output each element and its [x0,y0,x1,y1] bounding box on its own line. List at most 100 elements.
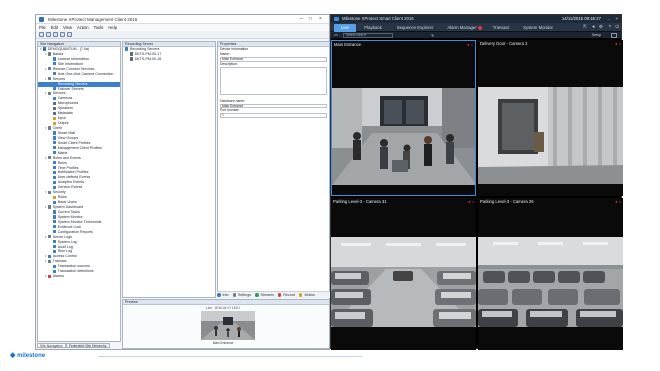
close-icon[interactable]: × [319,15,322,24]
tree-node-icon [53,269,57,273]
tree-node-icon [48,67,52,71]
tree-item-label: Devices [52,91,66,96]
tree-node-icon [53,62,57,66]
smart-client-titlebar: Milestone XProtect Smart Client 2016 14/… [331,15,621,23]
tree-item-label: Servers [52,76,66,81]
maximize-icon[interactable]: □ [309,15,312,24]
tree-item-label: Failover Servers [57,86,84,91]
camera-tile-delivery-door[interactable]: Delivery Door - Camera 2 ● × [478,40,623,196]
property-tab-record[interactable]: Record [277,293,297,297]
user-icon[interactable]: ● [592,24,595,29]
camera-tile-parking-31[interactable]: Parking Level-3 - Camera 31 ● × [331,198,476,350]
help-icon[interactable] [67,32,72,37]
back-icon[interactable] [53,32,58,37]
tree-node-icon [53,240,57,244]
chevron-down-icon: ▾ [364,33,366,37]
tree-item-label: Current Tasks [57,209,80,214]
tab-alarm-manager[interactable]: Alarm Manager [441,24,488,32]
menu-item-file[interactable]: File [39,25,46,30]
port-number-field[interactable]: 1 [220,113,327,118]
tab-playback[interactable]: Playback [358,24,388,32]
preview-pane: Preview Live · 2016-04-07 15:01 Main Ent… [122,299,330,349]
tree-node-icon [53,121,57,125]
property-tab-streams[interactable]: Streams [255,293,276,297]
menu-item-view[interactable]: View [63,25,72,30]
camera-close-icon[interactable]: ● × [615,198,621,205]
view-selector-label: Select view [346,33,364,37]
view-selector[interactable]: Select view ▾ [343,33,393,38]
tree-node-icon [53,136,57,140]
tree-node-icon [48,190,52,194]
tree-item-label: Metadata [57,111,73,116]
save-icon[interactable] [39,32,44,37]
forward-icon[interactable] [60,32,65,37]
tab-system-monitor[interactable]: System Monitor [516,24,560,32]
tree-node-icon [48,254,52,259]
camera-tile-main-entrance[interactable]: Main Entrance ● × [331,40,476,196]
layout-icon[interactable] [611,33,617,38]
tab-live[interactable]: Live [334,24,356,32]
menu-item-edit[interactable]: Edit [51,25,58,30]
tab-federated-site-hierarchy[interactable]: Federated Site Hierarchy [65,343,110,348]
property-tab-icon [217,293,221,297]
property-tab-info[interactable]: Info [217,293,231,297]
settings-icon[interactable]: ⚙ [599,24,603,30]
smart-client-window: Milestone XProtect Smart Client 2016 14/… [330,14,623,350]
tree-item-label: Rule Log [57,249,73,254]
tree-item-label: Time Profiles [57,165,79,170]
property-tab-icon [255,293,259,297]
tree-item-label: System Monitor [57,214,83,219]
camera-title-bar: Main Entrance ● × [332,41,475,48]
description-field[interactable] [220,66,327,95]
property-tab-motion[interactable]: Motion [298,293,317,297]
management-client-titlebar: Milestone XProtect Management Client 201… [36,15,329,24]
tree-node-icon [53,146,57,150]
milestone-logo-icon: ◆ [10,352,16,359]
property-tab-label: Motion [304,293,316,297]
window-title: Milestone XProtect Management Client 201… [48,17,138,22]
tree-node-icon [53,249,57,254]
tree-node-icon [53,57,57,61]
camera-title: Main Entrance [334,42,361,47]
property-tab-label: Record [283,293,295,297]
camera-close-icon[interactable]: ● × [467,41,473,48]
server-icon [130,52,134,56]
view-toggle-icon[interactable]: ▭ [334,32,338,39]
logout-icon[interactable]: ⏻ [615,24,619,29]
tree-item-label: Speakers [57,106,73,111]
menu-item-tools[interactable]: Tools [94,25,104,30]
tab-site-navigation[interactable]: Site Navigation [37,343,66,348]
tree-item-label: Access Control [52,254,77,259]
tree-item[interactable]: ▾ Alarms [38,274,120,279]
close-icon[interactable]: × [615,15,618,23]
tree-item-label: Notification Profiles [57,170,89,175]
tree-item-label: Generic Events [57,185,83,190]
tree-item-label: Transaction sources [57,264,90,269]
tree-node-icon [53,180,57,184]
tree-item-label: Server Logs [52,234,73,239]
menu-item-action[interactable]: Action [77,25,89,30]
camera-close-icon[interactable]: ● × [468,198,474,205]
property-tab-settings[interactable]: Settings [232,293,254,297]
help-icon[interactable]: ? [608,24,611,29]
tree-item-label: Matrix [57,150,68,155]
setup-button[interactable]: Setup [592,32,601,39]
edit-view-icon[interactable]: ✎ [431,32,435,39]
brand-logo: ◆ milestone [10,352,45,360]
tree-node-icon [53,210,57,214]
recording-tree-item[interactable]: DKTS-PM-00-16 [123,57,215,62]
preview-thumbnail[interactable] [201,311,255,340]
refresh-icon[interactable] [46,32,51,37]
tab-sequence-explorer[interactable]: Sequence Explorer [390,24,440,32]
minimize-icon[interactable]: – [608,15,610,23]
tree-node-icon [48,77,52,81]
tree-item-label: Input [57,116,66,121]
tree-node-icon [53,96,57,101]
menu-item-help[interactable]: Help [108,25,117,30]
tab-transact[interactable]: Transact [488,24,514,32]
camera-close-icon[interactable]: ● × [615,40,621,47]
tree-node-icon [48,91,52,96]
minimize-icon[interactable]: – [300,15,303,24]
fullscreen-icon[interactable]: ⇱ [583,24,587,30]
camera-tile-parking-26[interactable]: Parking Level-3 - Camera 26 ● × [478,198,623,350]
